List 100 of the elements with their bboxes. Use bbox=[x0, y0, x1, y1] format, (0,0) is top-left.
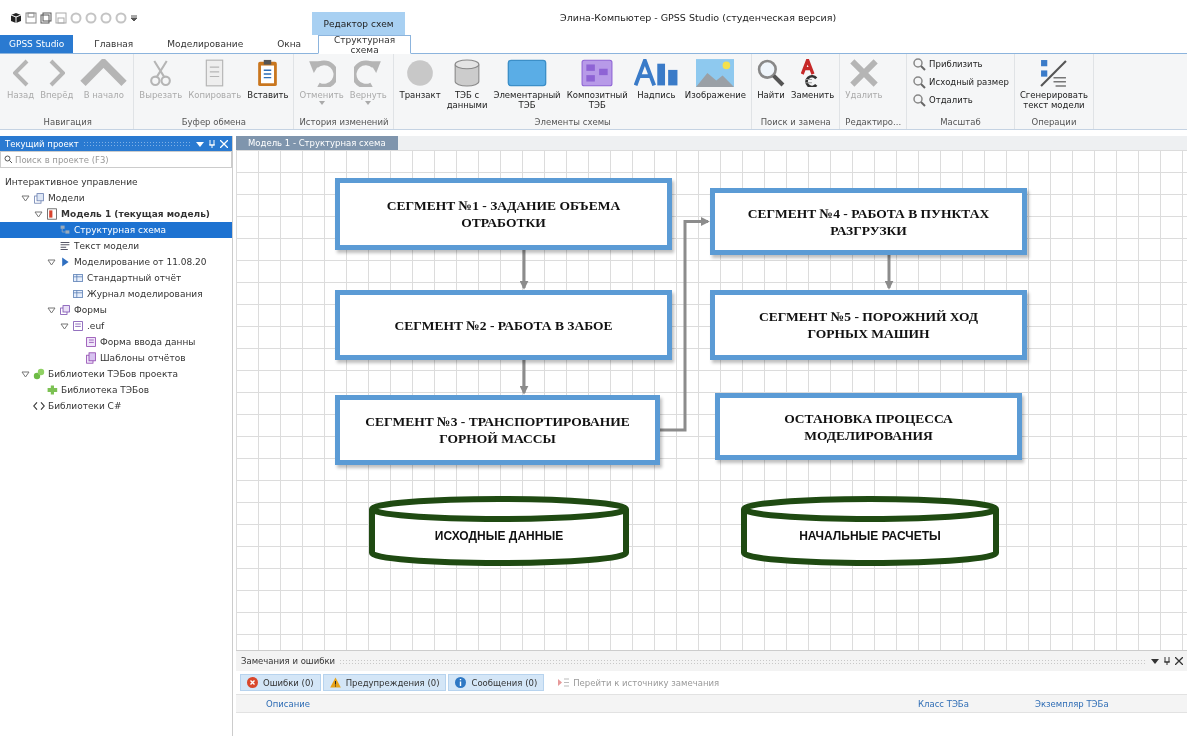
block-icon bbox=[507, 59, 548, 87]
search-icon bbox=[4, 155, 12, 163]
zoom-icon bbox=[912, 75, 927, 89]
composite-icon bbox=[581, 59, 614, 87]
block-label: НАЧАЛЬНЫЕ РАСЧЕТЫ bbox=[798, 527, 942, 545]
delete-icon bbox=[849, 59, 878, 87]
ribbon-tab[interactable]: Моделирование bbox=[150, 35, 261, 53]
save-icon[interactable] bbox=[25, 12, 37, 24]
app-logo-icon bbox=[10, 12, 22, 24]
connector-arrow bbox=[519, 360, 529, 395]
expanded-arrow-icon[interactable] bbox=[60, 321, 69, 331]
error-icon bbox=[247, 677, 258, 688]
tree-item[interactable]: Библиотеки C# bbox=[0, 398, 232, 414]
report-icon bbox=[72, 272, 84, 284]
zoom-icon bbox=[912, 93, 927, 107]
warning-icon bbox=[329, 677, 341, 688]
group-label: Навигация bbox=[42, 117, 93, 129]
column-header[interactable]: Класс ТЭБа bbox=[918, 698, 1035, 709]
block-label: ОСТАНОВКА ПРОЦЕССА МОДЕЛИРОВАНИЯ bbox=[783, 409, 954, 444]
tree-item[interactable]: .euf bbox=[0, 318, 232, 334]
block-label: ИСХОДНЫЕ ДАННЫЕ bbox=[433, 527, 565, 545]
circle-icon bbox=[406, 59, 435, 87]
tree-item[interactable]: Интерактивное управление bbox=[0, 174, 232, 190]
tree-item[interactable]: Стандартный отчёт bbox=[0, 270, 232, 286]
run-icon bbox=[59, 256, 71, 268]
ribbon-tab[interactable]: Окна bbox=[260, 35, 319, 53]
report-icon bbox=[72, 288, 84, 300]
tree-item[interactable]: Форма ввода данны bbox=[0, 334, 232, 350]
ribbon-button[interactable]: Исходный размер bbox=[910, 74, 1011, 90]
ribbon-button[interactable]: Найти bbox=[755, 58, 787, 117]
search-field[interactable]: Поиск в проекте (F3) bbox=[0, 151, 232, 168]
save-all-icon[interactable] bbox=[40, 12, 52, 24]
redo-icon bbox=[354, 59, 383, 87]
app-menu-button[interactable]: GPSS Studio bbox=[0, 35, 74, 53]
ribbon-button[interactable]: Вставить bbox=[245, 58, 291, 117]
lib-icon bbox=[46, 384, 58, 396]
tree-item[interactable]: Шаблоны отчётов bbox=[0, 350, 232, 366]
block-label: СЕГМЕНТ №2 - РАБОТА В ЗАБОЕ bbox=[393, 316, 614, 334]
ribbon-button[interactable]: Надпись bbox=[631, 58, 681, 117]
tree-item[interactable]: Библиотеки ТЭБов проекта bbox=[0, 366, 232, 382]
tree-item[interactable]: Структурная схема bbox=[0, 222, 232, 238]
ribbon-button[interactable]: Сгенерировать текст модели bbox=[1017, 58, 1090, 117]
filter-button[interactable]: Сообщения (0) bbox=[448, 674, 545, 691]
group-label: Буфер обмена bbox=[180, 117, 248, 129]
back-icon bbox=[12, 59, 29, 87]
expanded-arrow-icon[interactable] bbox=[21, 369, 30, 379]
image-icon bbox=[696, 59, 735, 87]
customize-caret-icon[interactable] bbox=[130, 12, 138, 24]
column-header[interactable]: Описание bbox=[266, 698, 918, 709]
forms-icon bbox=[59, 304, 71, 316]
tree-item[interactable]: Текст модели bbox=[0, 238, 232, 254]
paste-icon bbox=[257, 59, 279, 87]
tree-item[interactable]: Модель 1 (текущая модель) bbox=[0, 206, 232, 222]
expanded-arrow-icon[interactable] bbox=[34, 209, 43, 219]
ribbon-button[interactable]: Изображение bbox=[682, 58, 748, 117]
filter-button[interactable]: Ошибки (0) bbox=[240, 674, 321, 691]
ribbon-button[interactable]: Отдалить bbox=[910, 92, 1011, 108]
models-icon bbox=[33, 192, 45, 204]
up-icon bbox=[79, 59, 129, 87]
block-label: СЕГМЕНТ №5 - ПОРОЖНИЙ ХОД ГОРНЫХ МАШИН bbox=[757, 308, 980, 342]
group-label: Операции bbox=[1030, 117, 1078, 129]
context-tab-label: Редактор схем bbox=[312, 12, 405, 35]
pin-icon[interactable] bbox=[1163, 657, 1171, 665]
block-label: СЕГМЕНТ №1 - ЗАДАНИЕ ОБЪЕМА ОТРАБОТКИ bbox=[385, 197, 622, 231]
group-label: История изменений bbox=[298, 117, 390, 129]
tree-item[interactable]: Журнал моделирования bbox=[0, 286, 232, 302]
ribbon-button[interactable]: Транзакт bbox=[397, 58, 443, 117]
connector-arrow bbox=[884, 255, 894, 290]
form-icon bbox=[85, 336, 97, 348]
ribbon-button[interactable]: Заменить bbox=[789, 58, 837, 117]
tree-item[interactable]: Модели bbox=[0, 190, 232, 206]
connector-arrow bbox=[519, 250, 529, 290]
close-icon[interactable] bbox=[1175, 657, 1183, 665]
block-label: СЕГМЕНТ №4 - РАБОТА В ПУНКТАХ РАЗГРУЗКИ bbox=[746, 204, 991, 239]
code-icon bbox=[33, 400, 45, 412]
template-icon bbox=[85, 352, 97, 364]
expanded-arrow-icon[interactable] bbox=[47, 305, 56, 315]
group-label: Редактиро... bbox=[844, 117, 903, 129]
tree-item[interactable]: Библиотека ТЭБов bbox=[0, 382, 232, 398]
copy-icon bbox=[205, 59, 225, 87]
tree-item[interactable]: Моделирование от 11.08.20 bbox=[0, 254, 232, 270]
dropdown-icon[interactable] bbox=[1151, 657, 1159, 665]
ribbon-tab[interactable]: Структурная схема bbox=[318, 35, 412, 54]
formfile-icon bbox=[72, 320, 84, 332]
ribbon-button[interactable]: ТЭБ с данными bbox=[444, 58, 490, 117]
column-header[interactable]: Экземпляр ТЭБа bbox=[1035, 698, 1109, 709]
tree-item[interactable]: Формы bbox=[0, 302, 232, 318]
expanded-arrow-icon[interactable] bbox=[47, 257, 56, 267]
block-label: СЕГМЕНТ №3 - ТРАНСПОРТИРОВАНИЕ ГОРНОЙ МАССЫ bbox=[364, 413, 631, 447]
ribbon-tab[interactable]: Главная bbox=[77, 35, 151, 53]
generate-icon bbox=[1040, 59, 1068, 87]
window-title: Элина-Компьютер - GPSS Studio (студенческая версия) bbox=[560, 12, 837, 23]
expanded-arrow-icon[interactable] bbox=[21, 193, 30, 203]
cut-icon bbox=[149, 59, 173, 87]
ribbon-button[interactable]: Композитный ТЭБ bbox=[564, 58, 630, 117]
forward-icon bbox=[48, 59, 65, 87]
filter-button[interactable]: Предупреждения (0) bbox=[322, 674, 447, 691]
undo-icon bbox=[307, 59, 336, 87]
ribbon-button[interactable]: Приблизить bbox=[910, 56, 1011, 72]
ribbon-button[interactable]: Элементарный ТЭБ bbox=[491, 58, 563, 117]
